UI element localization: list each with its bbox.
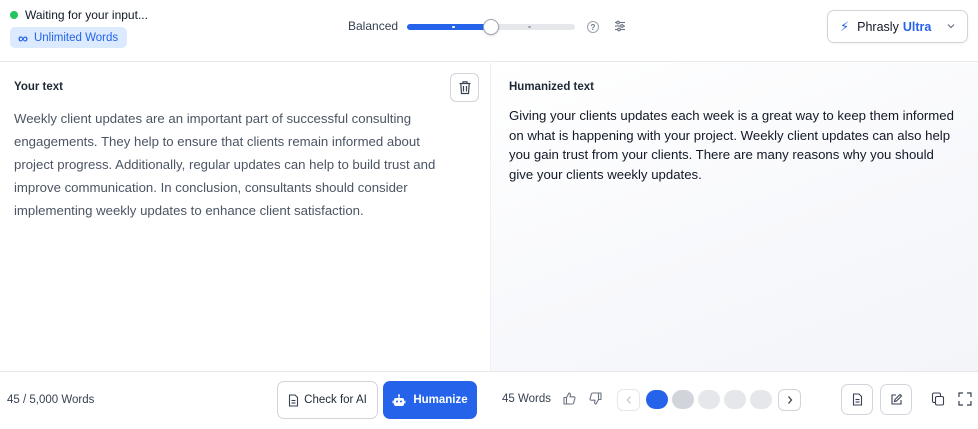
input-panel: Your text Weekly client updates are an i… bbox=[0, 63, 489, 371]
mode-label: Balanced bbox=[348, 19, 399, 33]
top-bar: Waiting for your input... ∞ Unlimited Wo… bbox=[0, 0, 978, 62]
slider-thumb[interactable] bbox=[483, 19, 499, 35]
input-textarea[interactable]: Weekly client updates are an important p… bbox=[14, 107, 454, 222]
help-icon[interactable]: ? bbox=[587, 21, 599, 33]
chevron-down-icon bbox=[947, 24, 955, 29]
unlimited-words-badge[interactable]: ∞ Unlimited Words bbox=[10, 27, 128, 48]
robot-icon bbox=[392, 393, 406, 406]
fullscreen-icon[interactable] bbox=[958, 392, 972, 406]
chevron-left-icon bbox=[626, 396, 631, 404]
document-icon bbox=[289, 393, 299, 407]
copy-icon[interactable] bbox=[931, 392, 945, 406]
check-for-ai-label: Check for AI bbox=[304, 394, 367, 406]
version-dot-5[interactable] bbox=[750, 390, 772, 409]
humanize-label: Humanize bbox=[413, 394, 468, 406]
unlimited-words-label: Unlimited Words bbox=[33, 31, 119, 44]
export-document-button[interactable] bbox=[841, 384, 873, 415]
version-dot-3[interactable] bbox=[698, 390, 720, 409]
output-panel: Humanized text Giving your clients updat… bbox=[490, 63, 978, 371]
bottom-bar: 45 / 5,000 Words Check for AI Humanize 4… bbox=[0, 371, 978, 429]
model-tier: Ultra bbox=[902, 19, 932, 34]
document-icon bbox=[852, 393, 862, 406]
status-dot-icon bbox=[10, 11, 18, 19]
bolt-icon: ⚡ bbox=[840, 18, 850, 34]
version-dot-1[interactable] bbox=[646, 390, 668, 409]
next-version-button[interactable] bbox=[778, 389, 801, 411]
status-indicator: Waiting for your input... bbox=[10, 8, 148, 22]
infinity-icon: ∞ bbox=[18, 29, 28, 46]
check-for-ai-button[interactable]: Check for AI bbox=[277, 381, 378, 419]
version-dot-2[interactable] bbox=[672, 390, 694, 409]
thumbs-up-icon[interactable] bbox=[563, 392, 576, 405]
slider-tick bbox=[452, 26, 455, 28]
model-select[interactable]: ⚡ Phrasly Ultra bbox=[827, 10, 968, 43]
clear-text-button[interactable] bbox=[450, 73, 479, 102]
humanize-button[interactable]: Humanize bbox=[383, 381, 477, 419]
slider-fill bbox=[407, 24, 491, 30]
settings-sliders-icon[interactable] bbox=[614, 20, 626, 32]
input-word-count: 45 / 5,000 Words bbox=[7, 394, 95, 406]
previous-version-button[interactable] bbox=[617, 389, 640, 411]
thumbs-down-icon[interactable] bbox=[589, 392, 602, 405]
output-panel-title: Humanized text bbox=[509, 81, 594, 93]
status-text: Waiting for your input... bbox=[25, 8, 148, 22]
trash-icon bbox=[459, 81, 470, 95]
humanized-output-text[interactable]: Giving your clients updates each week is… bbox=[509, 106, 959, 184]
model-name: Phrasly bbox=[857, 19, 899, 34]
slider-tick bbox=[528, 26, 531, 28]
version-dot-4[interactable] bbox=[724, 390, 746, 409]
chevron-right-icon bbox=[787, 396, 792, 404]
input-panel-title: Your text bbox=[14, 81, 63, 93]
output-word-count: 45 Words bbox=[502, 393, 552, 405]
edit-icon bbox=[890, 393, 902, 405]
mode-slider[interactable] bbox=[407, 19, 575, 35]
edit-button[interactable] bbox=[880, 384, 912, 415]
